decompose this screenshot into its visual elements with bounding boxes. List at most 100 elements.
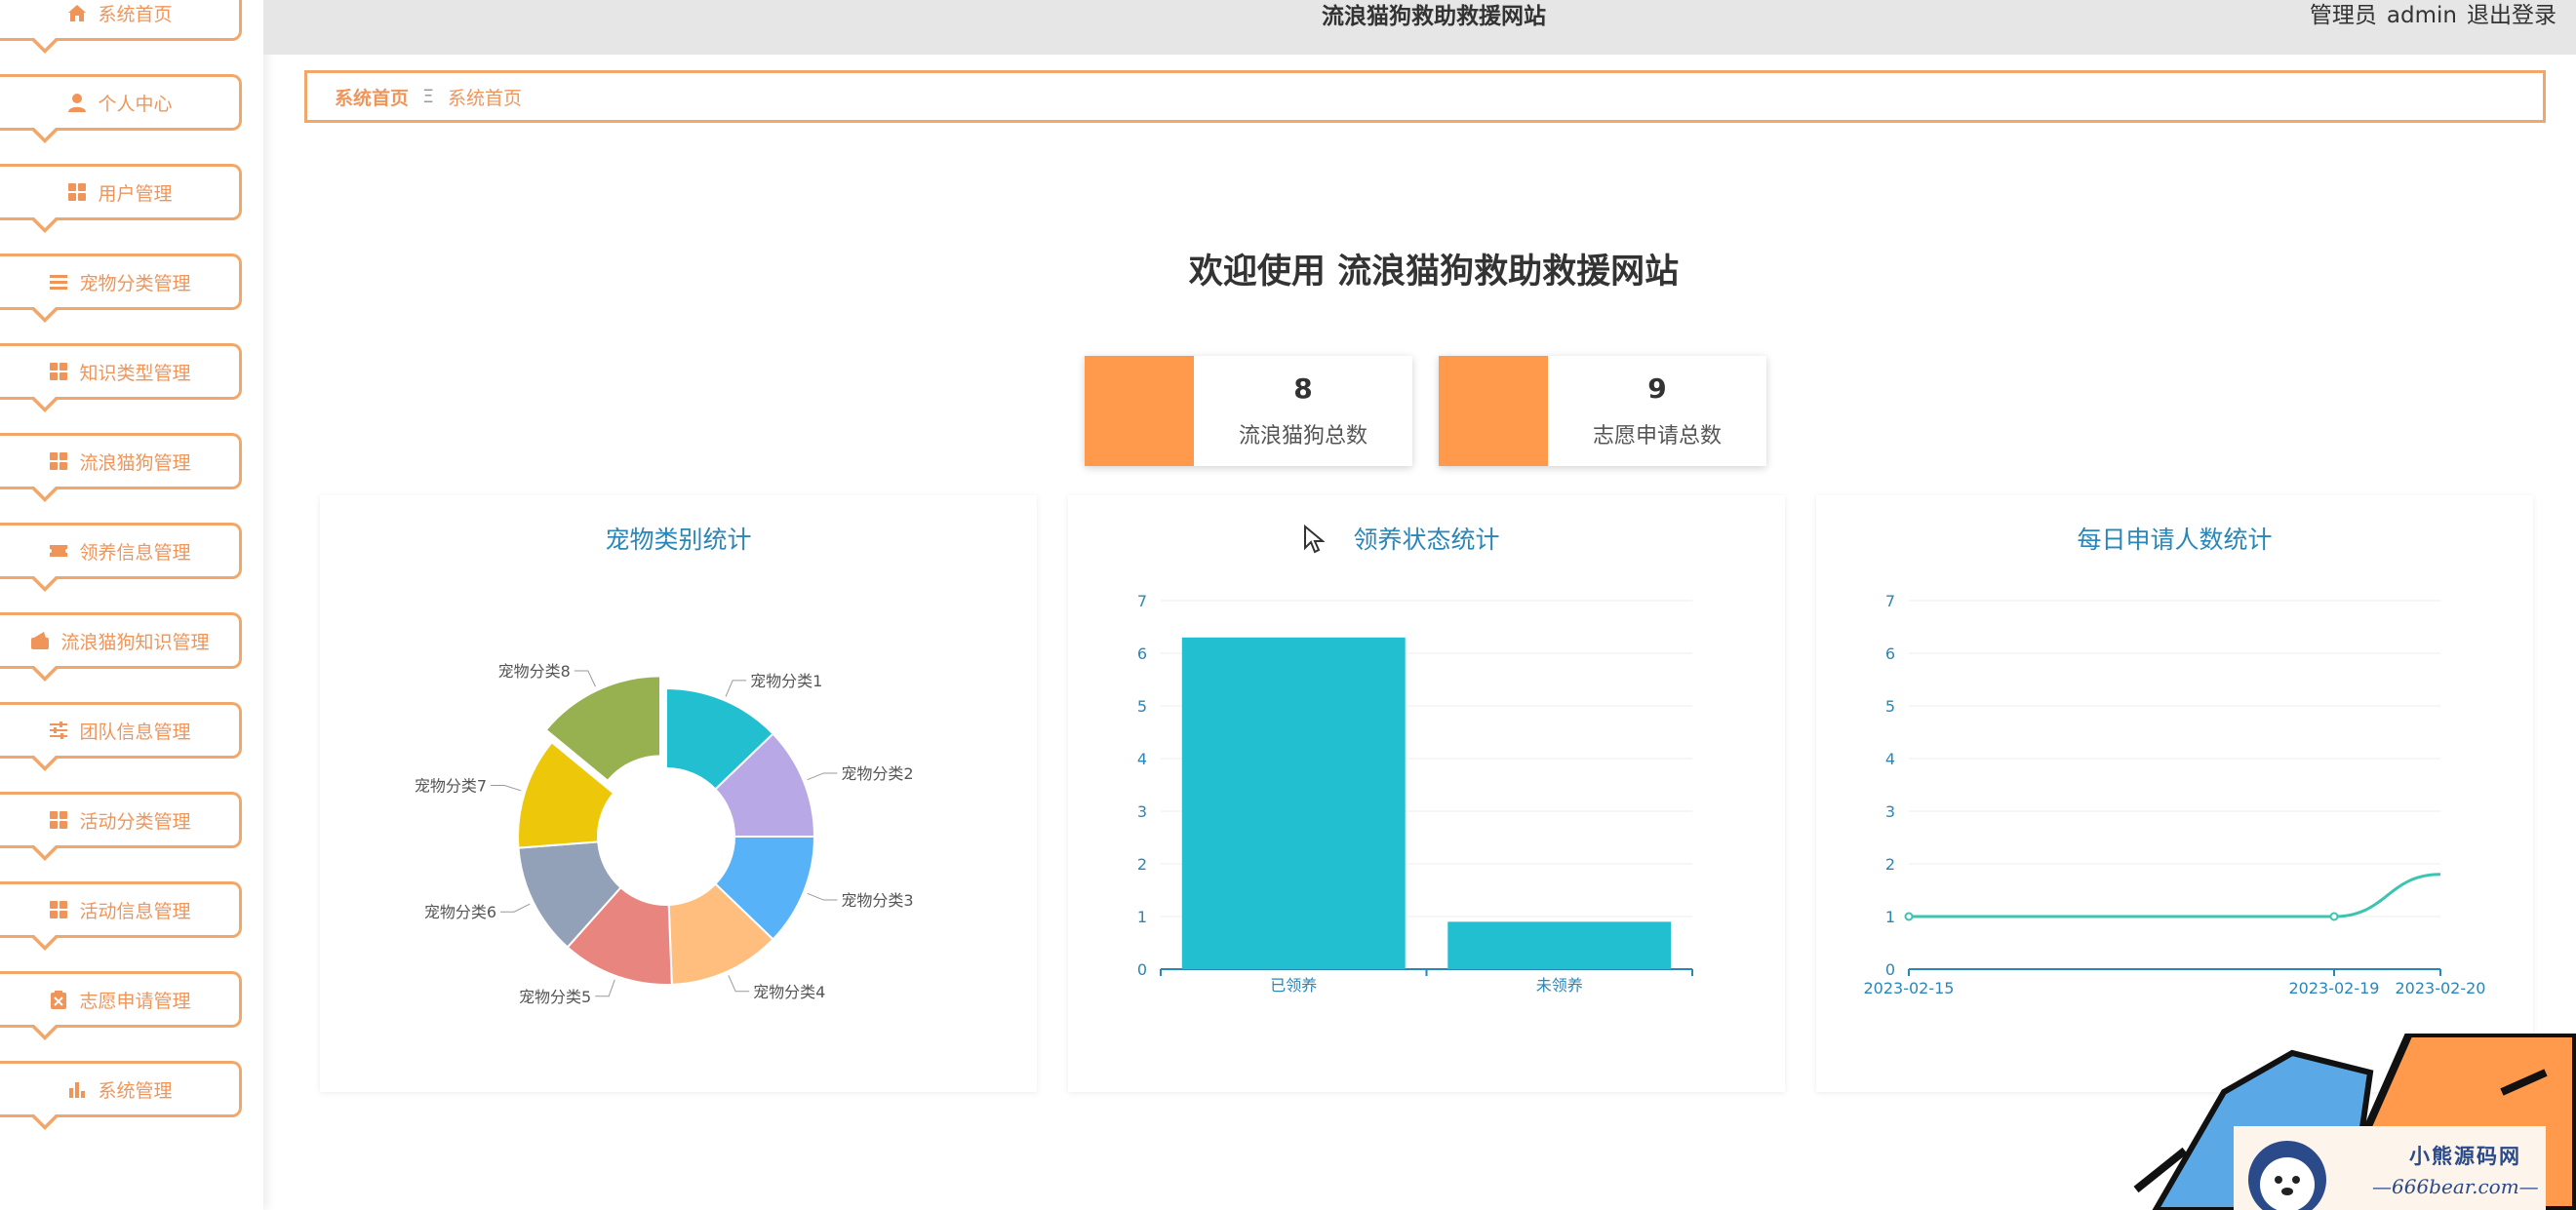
sidebar-item[interactable]: 活动信息管理 [0, 881, 242, 951]
sidebar-item-label: 志愿申请管理 [79, 990, 191, 1012]
pie-label-leader [574, 670, 596, 687]
user-icon [66, 92, 88, 113]
x-tick-label: 2023-02-15 [1864, 979, 1955, 997]
sidebar-item[interactable]: 领养信息管理 [0, 523, 242, 592]
y-tick-label: 3 [1885, 802, 1895, 821]
breadcrumb-current: 系统首页 [448, 87, 523, 109]
y-tick-label: 2 [1885, 855, 1895, 874]
y-tick-label: 0 [1885, 960, 1895, 979]
y-tick-label: 0 [1137, 960, 1147, 979]
clipboard-icon [48, 989, 69, 1010]
stat-card-color-block [1085, 356, 1194, 466]
watermark: 小熊源码网 —666bear.com— [2117, 1034, 2576, 1210]
mouse-cursor-icon [1304, 525, 1325, 554]
sidebar-item[interactable]: 系统首页 [0, 0, 242, 54]
pie-label-leader [807, 892, 838, 901]
grid-icon [48, 809, 69, 831]
sidebar-item-label: 领养信息管理 [79, 541, 191, 564]
list-icon [48, 271, 69, 293]
bar[interactable] [1447, 921, 1672, 969]
sidebar-item-label: 系统首页 [98, 3, 173, 25]
home-icon [66, 2, 88, 23]
stat-label: 志愿申请总数 [1592, 424, 1722, 449]
y-tick-label: 1 [1885, 908, 1895, 926]
sidebar-item[interactable]: 流浪猫狗知识管理 [0, 612, 242, 682]
sidebar-item[interactable]: 宠物分类管理 [0, 254, 242, 323]
sidebar-item[interactable]: 知识类型管理 [0, 343, 242, 412]
pie-label: 宠物分类4 [753, 983, 825, 1001]
y-tick-label: 4 [1137, 750, 1147, 768]
grid-icon [48, 899, 69, 920]
pie-label: 宠物分类5 [519, 988, 591, 1006]
sidebar-item-label: 用户管理 [98, 182, 173, 205]
line-point[interactable] [1904, 912, 1914, 921]
bar-chart-icon [66, 1078, 88, 1100]
y-tick-label: 4 [1885, 750, 1895, 768]
stat-card-volunteers: 9 志愿申请总数 [1439, 356, 1766, 466]
top-bar: 流浪猫狗救助救援网站 管理员 admin 退出登录 [263, 0, 2576, 55]
line-point[interactable] [2329, 912, 2339, 921]
x-tick-label: 2023-02-20 [2396, 979, 2486, 997]
pie-label: 宠物分类2 [841, 764, 913, 783]
daily-applications-chart-panel: 每日申请人数统计 0 1 2 3 4 5 6 7 2023-02-15 2023-02-19 202… [1816, 495, 2533, 1092]
pie-label: 宠物分类6 [424, 903, 496, 921]
pie-label: 宠物分类7 [415, 777, 487, 796]
sidebar-item[interactable]: 流浪猫狗管理 [0, 433, 242, 502]
username: admin [2386, 3, 2457, 28]
bar[interactable] [1181, 637, 1406, 969]
y-tick-label: 6 [1885, 644, 1895, 663]
pie-label-leader [595, 979, 615, 997]
x-tick-label: 2023-02-19 [2289, 979, 2380, 997]
grid-icon [66, 181, 88, 203]
sliders-icon [48, 720, 69, 741]
welcome-heading: 欢迎使用 流浪猫狗救助救援网站 [1188, 253, 1680, 292]
sidebar-item-label: 团队信息管理 [79, 721, 191, 743]
user-area: 管理员 admin 退出登录 [2300, 0, 2556, 33]
sidebar-item[interactable]: 志愿申请管理 [0, 971, 242, 1040]
line-chart: 0 1 2 3 4 5 6 7 2023-02-15 2023-02-19 2023-02-20 [1864, 592, 2486, 997]
sidebar-item-label: 宠物分类管理 [79, 272, 191, 294]
sidebar-item-label: 活动分类管理 [79, 810, 191, 833]
pie-label-leader [807, 772, 838, 781]
bar-chart: 0 1 2 3 4 5 6 7 已领养 未领养 [1137, 592, 1693, 995]
x-tick-label: 未领养 [1536, 976, 1583, 995]
user-role: 管理员 [2309, 3, 2377, 28]
stat-value: 9 [1647, 372, 1667, 405]
sidebar-item-label: 流浪猫狗管理 [79, 451, 191, 474]
site-title: 流浪猫狗救助救援网站 [1322, 4, 1546, 29]
y-tick-label: 7 [1137, 592, 1147, 610]
stat-card-color-block [1439, 356, 1548, 466]
series-line [1908, 873, 2441, 918]
sidebar-item[interactable]: 系统管理 [0, 1061, 242, 1130]
sidebar-item[interactable]: 个人中心 [0, 74, 242, 143]
sidebar-item-label: 活动信息管理 [79, 900, 191, 922]
x-tick-label: 已领养 [1270, 976, 1317, 995]
logout-link[interactable]: 退出登录 [2467, 3, 2556, 28]
sidebar-item-label: 个人中心 [98, 93, 173, 115]
sidebar-item[interactable]: 团队信息管理 [0, 702, 242, 771]
grid-icon [48, 361, 69, 382]
y-tick-label: 1 [1137, 908, 1147, 926]
stat-label: 流浪猫狗总数 [1238, 424, 1367, 449]
y-tick-label: 5 [1885, 697, 1895, 716]
pie-label: 宠物分类1 [750, 672, 822, 690]
pie-label: 宠物分类8 [498, 662, 571, 681]
pie-label-leader [725, 680, 747, 697]
breadcrumb: 系统首页 Ξ 系统首页 [304, 70, 2546, 123]
breadcrumb-separator: Ξ [422, 86, 435, 107]
watermark-brand: 小熊源码网 [2409, 1144, 2521, 1168]
y-tick-label: 7 [1885, 592, 1895, 610]
pet-category-chart-panel: 宠物类别统计 宠物分类1 宠物分类2 宠物分类3 宠物分类4 宠物分类5 宠物分类6 宠物分… [320, 495, 1037, 1092]
y-tick-label: 3 [1137, 802, 1147, 821]
pie-label-leader [491, 785, 522, 792]
sidebar-item[interactable]: 活动分类管理 [0, 792, 242, 861]
wallet-icon [29, 630, 51, 651]
ticket-icon [48, 540, 69, 562]
y-tick-label: 6 [1137, 644, 1147, 663]
pie-label-leader [728, 975, 750, 993]
breadcrumb-home[interactable]: 系统首页 [335, 84, 409, 110]
sidebar-item[interactable]: 用户管理 [0, 164, 242, 233]
sidebar: 系统首页个人中心用户管理宠物分类管理知识类型管理流浪猫狗管理 领养信息管理流浪猫狗… [0, 0, 263, 1210]
stat-value: 8 [1293, 372, 1313, 405]
y-tick-label: 5 [1137, 697, 1147, 716]
